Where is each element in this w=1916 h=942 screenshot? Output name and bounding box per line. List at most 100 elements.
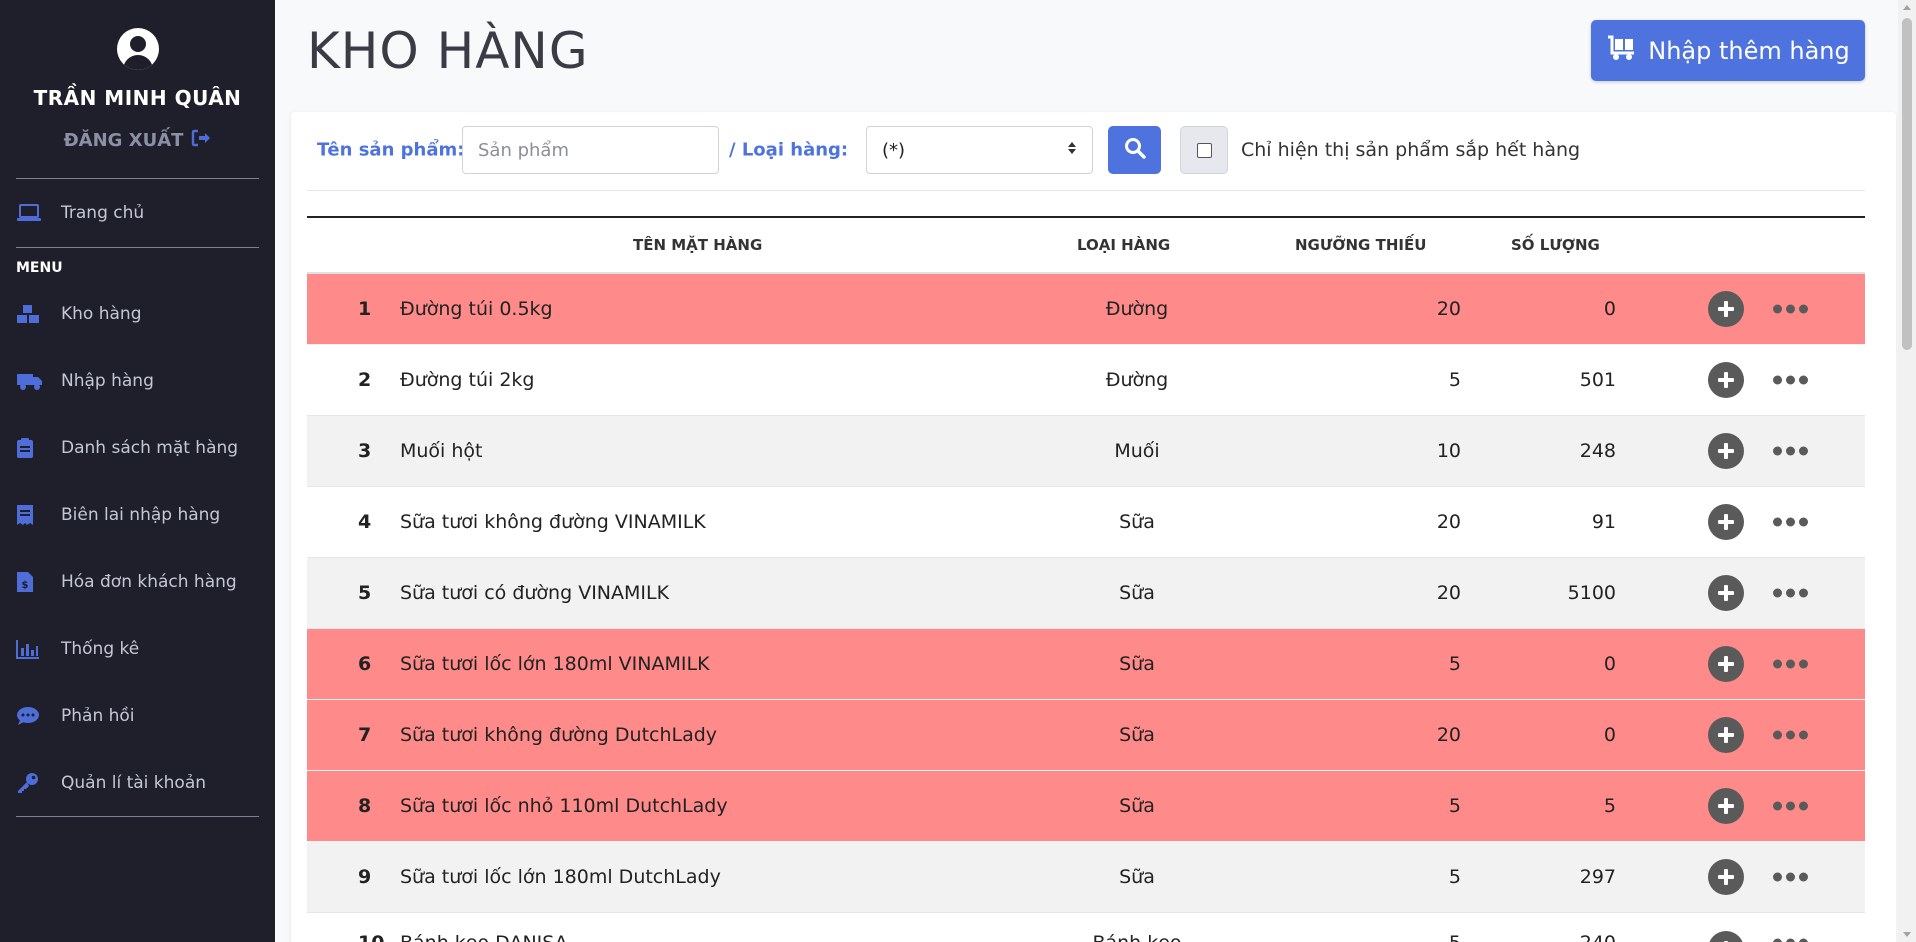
- table-body: 1 Đường túi 0.5kg Đường 20 0 2 Đường túi 2kg Đư…: [307, 274, 1865, 942]
- sidebar-item-thong-ke[interactable]: Thống kê: [0, 615, 275, 682]
- row-product-name: Bánh kẹo DANISA: [400, 932, 568, 942]
- row-index: 2: [358, 369, 372, 391]
- row-quantity: 248: [1579, 440, 1616, 462]
- more-options-icon[interactable]: [1773, 659, 1808, 669]
- logout-label: ĐĂNG XUẤT: [63, 129, 184, 151]
- row-product-name: Đường túi 0.5kg: [400, 298, 553, 320]
- column-header-name: TÊN MẶT HÀNG: [633, 236, 763, 254]
- more-options-icon[interactable]: [1773, 938, 1808, 942]
- table-row: 6 Sữa tươi lốc lớn 180ml VINAMILK Sữa 5 0: [307, 629, 1865, 700]
- row-product-type: Sữa: [1119, 582, 1155, 604]
- plus-circle-icon[interactable]: [1708, 931, 1744, 942]
- add-stock-button[interactable]: Nhập thêm hàng: [1591, 20, 1865, 81]
- menu-section-label: MENU: [16, 260, 63, 276]
- row-index: 3: [358, 440, 372, 462]
- row-index: 10: [358, 932, 384, 942]
- sidebar-item-kho-hang[interactable]: Kho hàng: [0, 280, 275, 347]
- scroll-thumb[interactable]: [1902, 18, 1912, 350]
- plus-circle-icon[interactable]: [1708, 717, 1744, 753]
- page-scrollbar[interactable]: [1898, 0, 1916, 942]
- row-index: 7: [358, 724, 372, 746]
- product-name-label: Tên sản phẩm:: [317, 139, 465, 161]
- user-block: TRẦN MINH QUÂN ĐĂNG XUẤT: [0, 0, 275, 152]
- row-product-type: Sữa: [1119, 653, 1155, 675]
- product-type-select[interactable]: (*): [866, 126, 1093, 174]
- more-options-icon[interactable]: [1773, 517, 1808, 527]
- low-stock-checkbox[interactable]: [1196, 142, 1212, 158]
- more-options-icon[interactable]: [1773, 801, 1808, 811]
- more-options-icon[interactable]: [1773, 446, 1808, 456]
- select-arrows-icon: [1067, 140, 1077, 161]
- row-index: 1: [358, 298, 372, 320]
- row-index: 4: [358, 511, 372, 533]
- sidebar-item-bien-lai-nhap-hang[interactable]: Biên lai nhập hàng: [0, 481, 275, 548]
- row-quantity: 0: [1603, 724, 1616, 746]
- sidebar-item-home[interactable]: Trang chủ: [0, 179, 275, 247]
- sidebar-item-phan-hoi[interactable]: Phản hồi: [0, 682, 275, 749]
- product-type-selected: (*): [882, 139, 906, 161]
- row-quantity: 0: [1603, 298, 1616, 320]
- row-quantity: 0: [1603, 653, 1616, 675]
- more-options-icon[interactable]: [1773, 730, 1808, 740]
- plus-circle-icon[interactable]: [1708, 362, 1744, 398]
- row-index: 6: [358, 653, 372, 675]
- sidebar-item-label: Kho hàng: [61, 303, 142, 324]
- product-search-input[interactable]: [462, 126, 719, 174]
- truck-icon: [16, 370, 44, 392]
- clipboard-list-icon: [16, 437, 44, 459]
- row-min-threshold: 10: [1436, 440, 1461, 462]
- more-options-icon[interactable]: [1773, 304, 1808, 314]
- row-product-type: Sữa: [1119, 724, 1155, 746]
- row-min-threshold: 20: [1436, 298, 1461, 320]
- more-options-icon[interactable]: [1773, 588, 1808, 598]
- sidebar-item-danh-sach-mat-hang[interactable]: Danh sách mặt hàng: [0, 414, 275, 481]
- boxes-icon: [16, 303, 44, 325]
- row-min-threshold: 5: [1448, 653, 1461, 675]
- plus-circle-icon[interactable]: [1708, 859, 1744, 895]
- row-product-name: Sữa tươi lốc lớn 180ml DutchLady: [400, 866, 721, 888]
- row-product-name: Sữa tươi không đường DutchLady: [400, 724, 718, 746]
- sidebar-item-nhap-hang[interactable]: Nhập hàng: [0, 347, 275, 414]
- sidebar-item-label: Nhập hàng: [61, 370, 154, 391]
- table-row: 5 Sữa tươi có đường VINAMILK Sữa 20 5100: [307, 558, 1865, 629]
- plus-circle-icon[interactable]: [1708, 504, 1744, 540]
- more-options-icon[interactable]: [1773, 872, 1808, 882]
- table-row: 8 Sữa tươi lốc nhỏ 110ml DutchLady Sữa 5 5: [307, 771, 1865, 842]
- sidebar-item-quan-li-tai-khoan[interactable]: Quản lí tài khoản: [0, 749, 275, 816]
- plus-circle-icon[interactable]: [1708, 433, 1744, 469]
- user-name: TRẦN MINH QUÂN: [33, 86, 242, 110]
- search-button[interactable]: [1108, 126, 1161, 174]
- scroll-up-arrow-icon[interactable]: [1903, 5, 1911, 10]
- key-icon: [16, 772, 44, 794]
- low-stock-checkbox-label: Chỉ hiện thị sản phẩm sắp hết hàng: [1241, 139, 1581, 161]
- row-product-name: Sữa tươi lốc lớn 180ml VINAMILK: [400, 653, 710, 675]
- svg-text:$: $: [22, 580, 29, 591]
- row-index: 5: [358, 582, 372, 604]
- plus-circle-icon[interactable]: [1708, 646, 1744, 682]
- sidebar-item-label: Phản hồi: [61, 705, 135, 726]
- row-product-name: Đường túi 2kg: [400, 369, 535, 391]
- sidebar-item-label: Quản lí tài khoản: [61, 772, 207, 793]
- row-quantity: 297: [1579, 866, 1616, 888]
- plus-circle-icon[interactable]: [1708, 291, 1744, 327]
- sidebar-item-label: Danh sách mặt hàng: [61, 437, 239, 458]
- sign-out-icon: [191, 128, 211, 152]
- add-stock-label: Nhập thêm hàng: [1648, 36, 1850, 65]
- row-product-type: Sữa: [1119, 866, 1155, 888]
- row-quantity: 91: [1591, 511, 1616, 533]
- row-product-type: Bánh kẹo: [1017, 932, 1257, 942]
- plus-circle-icon[interactable]: [1708, 788, 1744, 824]
- row-product-name: Sữa tươi không đường VINAMILK: [400, 511, 706, 533]
- logout-button[interactable]: ĐĂNG XUẤT: [64, 128, 212, 152]
- row-quantity: 501: [1579, 369, 1616, 391]
- more-options-icon[interactable]: [1773, 375, 1808, 385]
- sidebar-item-label: Biên lai nhập hàng: [61, 504, 221, 525]
- plus-circle-icon[interactable]: [1708, 575, 1744, 611]
- row-product-name: Sữa tươi có đường VINAMILK: [400, 582, 670, 604]
- row-product-type: Đường: [1105, 298, 1169, 320]
- scroll-down-arrow-icon[interactable]: [1903, 932, 1911, 937]
- filter-bar: Tên sản phẩm: / Loại hàng: (*) Chỉ hiện …: [291, 126, 1896, 176]
- product-type-label: / Loại hàng:: [729, 139, 849, 161]
- sidebar-item-hoa-don-khach-hang[interactable]: $ Hóa đơn khách hàng: [0, 548, 275, 615]
- receipt-icon: [16, 504, 44, 526]
